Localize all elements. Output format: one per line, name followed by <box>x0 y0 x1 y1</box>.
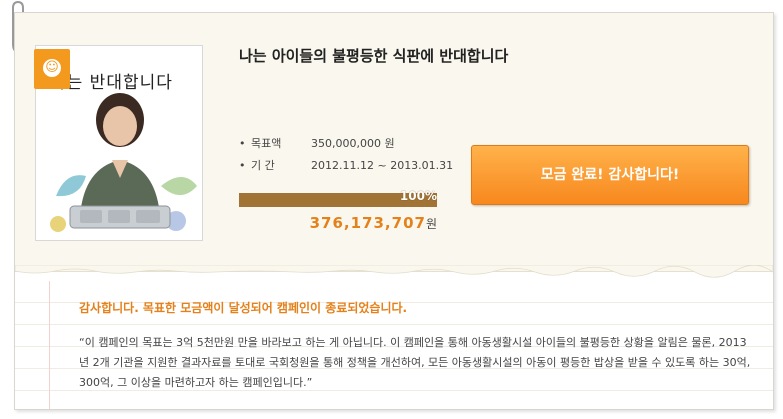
smiley-badge: ☺ <box>34 49 70 89</box>
torn-edge-divider <box>15 265 773 278</box>
margin-line <box>49 281 50 409</box>
goal-label: 목표액 <box>251 137 282 150</box>
campaign-description: “이 캠페인의 목표는 3억 5천만원 만을 바라보고 하는 게 아닙니다. 이… <box>79 336 751 389</box>
completion-headline: 감사합니다. 목표한 모금액이 달성되어 캠페인이 종료되었습니다. <box>79 301 408 315</box>
fade-overlay <box>239 217 299 233</box>
period-row: • 기 간 2012.11.12 ~ 2013.01.31 <box>239 155 453 177</box>
period-value: 2012.11.12 ~ 2013.01.31 <box>311 159 454 172</box>
progress-bar: 100% <box>239 189 437 207</box>
period-label: 기 간 <box>251 159 275 172</box>
raised-amount: 376,173,707원 <box>239 213 437 233</box>
bullet-icon: • <box>239 159 246 172</box>
donation-complete-button[interactable]: 모금 완료! 감사합니다! <box>471 145 749 205</box>
bullet-icon: • <box>239 137 246 150</box>
smiley-icon: ☺ <box>43 59 61 77</box>
raised-value: 376,173,707 <box>309 214 426 232</box>
campaign-card: 나는 반대합니다 ☺ 나는 아이들의 불평등한 식판에 반대합니다 • 목표액 35… <box>14 12 774 410</box>
raised-unit: 원 <box>425 217 437 231</box>
campaign-notice: 감사합니다. 목표한 모금액이 달성되어 캠페인이 종료되었습니다. “이 캠페… <box>15 281 773 409</box>
campaign-summary: 나는 반대합니다 ☺ 나는 아이들의 불평등한 식판에 반대합니다 • 목표액 35… <box>15 13 773 272</box>
goal-row: • 목표액 350,000,000 원 <box>239 133 453 155</box>
photo-caption: 나는 반대합니다 <box>50 73 173 93</box>
goal-value: 350,000,000 원 <box>311 137 395 150</box>
campaign-info: • 목표액 350,000,000 원 • 기 간 2012.11.12 ~ 2013.… <box>239 133 453 177</box>
campaign-title: 나는 아이들의 불평등한 식판에 반대합니다 <box>239 47 509 65</box>
progress-percent: 100% <box>399 189 437 203</box>
